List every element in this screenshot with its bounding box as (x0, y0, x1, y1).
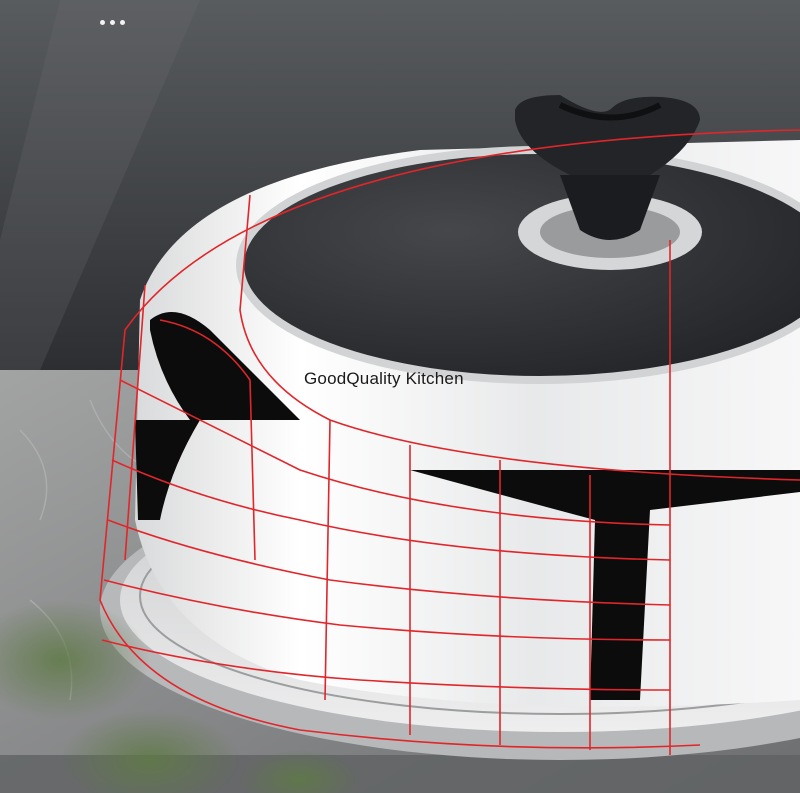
dot (110, 19, 115, 25)
cookware-lid-illustration (0, 0, 800, 793)
dot (100, 19, 105, 25)
brand-watermark: GoodQuality Kitchen (304, 369, 464, 388)
product-photo: GoodQuality Kitchen (0, 0, 800, 793)
more-dots-icon[interactable] (100, 12, 134, 32)
dot (120, 19, 125, 25)
